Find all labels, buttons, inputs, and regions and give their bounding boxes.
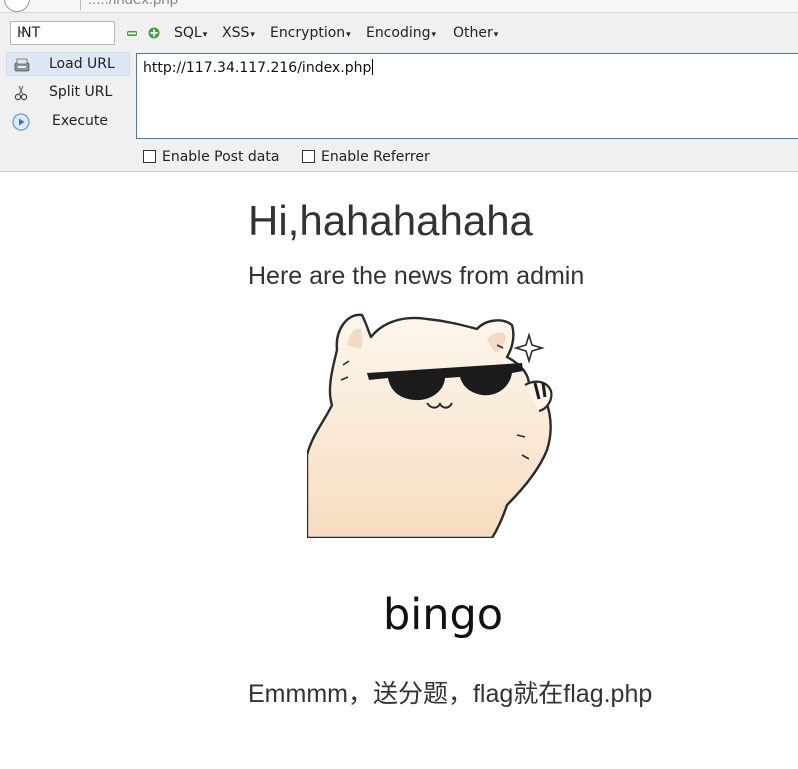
enable-referrer-label: Enable Referrer (321, 149, 430, 165)
type-select[interactable]: INT ⌄ (10, 21, 115, 45)
url-textarea[interactable]: http://117.34.117.216/index.php (136, 53, 798, 139)
url-textarea-value: http://117.34.117.216/index.php (143, 59, 374, 76)
page-subtitle: Here are the news from admin (248, 262, 585, 290)
load-url-label: Load URL (49, 56, 115, 72)
load-url-button[interactable]: Load URL (6, 52, 130, 76)
back-button[interactable] (4, 0, 30, 12)
address-separator (80, 0, 81, 10)
caret-down-icon: ▾ (250, 30, 255, 40)
execute-icon (12, 113, 30, 131)
bingo-image-text: bingo (383, 590, 504, 640)
split-url-button[interactable]: Split URL (6, 81, 130, 105)
caret-down-icon: ▾ (346, 30, 351, 40)
caret-down-icon: ▾ (493, 30, 499, 40)
execute-label: Execute (52, 113, 108, 129)
menu-other-label: Other (453, 25, 493, 41)
menu-xss[interactable]: XSS▾ (222, 25, 255, 41)
page-title: Hi,hahahahaha (248, 197, 533, 244)
enable-referrer-checkbox[interactable]: Enable Referrer (302, 149, 430, 165)
enable-post-data-label: Enable Post data (162, 149, 280, 165)
browser-address-strip: ...../index.php (0, 0, 798, 13)
load-url-icon (14, 58, 30, 72)
minus-icon[interactable] (126, 27, 138, 39)
menu-encoding[interactable]: Encoding▾ (366, 25, 436, 41)
hackbar-panel: INT ⌄ SQL▾ XSS▾ Encryption▾ Encoding▾ Ot… (0, 13, 798, 172)
checkbox-box[interactable] (143, 150, 156, 163)
menu-xss-label: XSS (222, 25, 250, 41)
enable-post-data-checkbox[interactable]: Enable Post data (143, 149, 279, 165)
plus-icon[interactable] (148, 27, 160, 39)
menu-other[interactable]: Other▾ (453, 25, 498, 41)
split-url-icon (14, 85, 28, 101)
menu-sql-label: SQL (174, 25, 202, 41)
split-url-label: Split URL (49, 84, 113, 100)
caret-down-icon: ▾ (202, 30, 208, 40)
browser-url-text[interactable]: ...../index.php (88, 0, 178, 8)
alpaca-sunglasses-image (307, 313, 553, 538)
page-footer-text: Emmmm，送分题，flag就在flag.php (248, 680, 653, 708)
checkbox-box[interactable] (302, 150, 315, 163)
text-cursor (372, 59, 374, 75)
menu-encoding-label: Encoding (366, 25, 431, 41)
chevron-down-icon: ⌄ (17, 23, 28, 38)
execute-button[interactable]: Execute (6, 110, 130, 134)
menu-encryption[interactable]: Encryption▾ (270, 25, 351, 41)
menu-sql[interactable]: SQL▾ (174, 25, 207, 41)
caret-down-icon: ▾ (431, 30, 437, 40)
menu-encryption-label: Encryption (270, 25, 346, 41)
